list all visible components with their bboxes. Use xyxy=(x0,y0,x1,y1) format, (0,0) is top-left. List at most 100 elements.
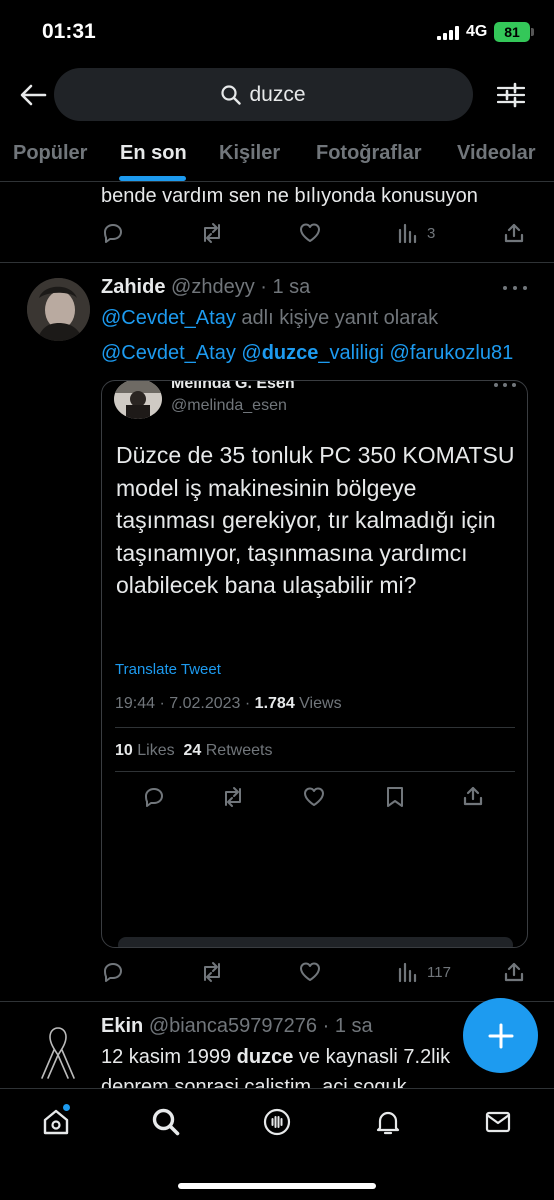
nav-messages[interactable] xyxy=(481,1105,515,1139)
battery-tip xyxy=(531,28,534,36)
tweet-text: bende vardım sen ne bılıyonda konusuyon xyxy=(101,185,478,207)
mention-link[interactable]: @farukozlu81 xyxy=(390,342,514,364)
battery-icon: 81 xyxy=(494,22,530,42)
search-icon xyxy=(152,1108,180,1136)
notification-dot xyxy=(62,1103,71,1112)
status-time: 01:31 xyxy=(42,20,96,43)
avatar-photo xyxy=(27,278,90,341)
author-handle[interactable]: @zhdeyy xyxy=(171,276,255,298)
like-button[interactable] xyxy=(298,219,322,247)
author-name[interactable]: Zahide xyxy=(101,276,165,298)
share-icon xyxy=(504,962,524,982)
tab-videos[interactable]: Videolar xyxy=(457,142,536,165)
search-highlight: duzce xyxy=(236,1046,294,1068)
tweet-divider xyxy=(0,1001,554,1002)
reply-to-user-link[interactable]: @Cevdet_Atay xyxy=(101,307,236,329)
tweet-time: · 1 sa xyxy=(260,276,311,298)
tab-latest[interactable]: En son xyxy=(120,142,187,165)
nav-search[interactable] xyxy=(149,1105,183,1139)
quoted-likes-label: Likes xyxy=(137,742,175,759)
share-button[interactable] xyxy=(503,219,525,247)
quoted-divider xyxy=(115,771,515,772)
retweet-icon xyxy=(225,787,241,807)
mention-highlight: duzce xyxy=(261,342,319,364)
more-options-button[interactable] xyxy=(503,280,527,296)
quoted-author-handle: @melinda_esen xyxy=(171,397,287,414)
compose-tweet-button[interactable] xyxy=(463,998,538,1073)
quoted-retweets-label: Retweets xyxy=(205,742,273,759)
author-name[interactable]: Ekin xyxy=(101,1015,143,1037)
mention-link[interactable]: @Cevdet_Atay xyxy=(101,342,236,364)
tweet-text-part: 12 kasim 1999 xyxy=(101,1046,232,1068)
mention-prefix: @ xyxy=(241,342,262,364)
black-ribbon-icon xyxy=(41,1027,75,1079)
quoted-author-name: Melinda G. Esen xyxy=(171,380,295,392)
tab-people[interactable]: Kişiler xyxy=(219,142,280,165)
retweet-icon xyxy=(204,223,220,243)
avatar[interactable] xyxy=(27,278,90,341)
retweet-button[interactable] xyxy=(199,958,225,986)
filter-button[interactable] xyxy=(494,78,528,112)
quoted-datetime: 19:44 · 7.02.2023 · xyxy=(115,695,251,712)
tweet-actions: 3 xyxy=(101,219,531,247)
reply-button[interactable] xyxy=(101,958,125,986)
back-arrow-icon xyxy=(20,84,47,106)
reply-icon xyxy=(104,224,122,243)
bell-icon xyxy=(376,1111,400,1135)
translate-tweet-link: Translate Tweet xyxy=(115,661,221,678)
tweet-header: Zahide @zhdeyy · 1 sa xyxy=(101,276,310,299)
mail-icon xyxy=(485,1111,511,1133)
view-count: 3 xyxy=(427,224,436,242)
nav-notifications[interactable] xyxy=(371,1105,405,1139)
reply-icon xyxy=(145,788,163,807)
mention-link[interactable]: @duzce_valiligi xyxy=(241,342,384,364)
retweet-icon xyxy=(204,962,220,982)
quoted-likes-count: 10 xyxy=(115,742,133,759)
retweet-button[interactable] xyxy=(199,219,225,247)
quoted-divider xyxy=(115,727,515,728)
quoted-actions xyxy=(142,785,483,811)
reply-icon xyxy=(104,963,122,982)
nav-spaces[interactable] xyxy=(260,1105,294,1139)
reply-button[interactable] xyxy=(101,219,125,247)
tab-photos[interactable]: Fotoğraflar xyxy=(316,142,422,165)
share-button[interactable] xyxy=(503,958,525,986)
quoted-bottom-edge xyxy=(118,937,513,947)
bookmark-icon xyxy=(387,787,403,807)
tweet-time: · 1 sa xyxy=(322,1015,373,1037)
views-button[interactable]: 3 xyxy=(397,219,435,247)
author-handle[interactable]: @bianca59797276 xyxy=(149,1015,317,1037)
mention-suffix: _valiligi xyxy=(318,342,384,364)
home-indicator xyxy=(178,1183,376,1189)
quoted-meta: 19:44 · 7.02.2023 · 1.784 Views xyxy=(115,695,342,713)
tweet-actions: 117 xyxy=(101,958,531,986)
reply-suffix: adlı kişiye yanıt olarak xyxy=(241,307,439,329)
attached-tweet-image[interactable]: Melinda G. Esen @melinda_esen Düzce de 3… xyxy=(101,380,528,948)
avatar[interactable] xyxy=(34,1022,82,1082)
views-chart-icon xyxy=(398,223,417,244)
views-chart-icon xyxy=(398,962,417,983)
quoted-stats: 10 Likes 24 Retweets xyxy=(115,742,272,760)
heart-icon xyxy=(304,787,324,806)
search-tabs: Popüler En son Kişiler Fotoğraflar Video… xyxy=(0,128,554,182)
search-input[interactable]: duzce xyxy=(54,68,473,121)
views-button[interactable]: 117 xyxy=(397,958,451,986)
tweet-divider xyxy=(0,262,554,263)
quoted-tweet-text: Düzce de 35 tonluk PC 350 KOMATSU model … xyxy=(116,442,515,598)
tweet-mentions: @Cevdet_Atay @duzce_valiligi @farukozlu8… xyxy=(101,342,513,365)
quoted-avatar xyxy=(114,381,162,419)
search-icon xyxy=(221,84,242,105)
status-bar: 01:31 4G 81 xyxy=(0,0,554,64)
like-button[interactable] xyxy=(298,958,322,986)
share-icon xyxy=(463,786,483,806)
view-count: 117 xyxy=(427,963,451,981)
tab-popular[interactable]: Popüler xyxy=(13,142,87,165)
share-icon xyxy=(504,223,524,243)
network-type: 4G xyxy=(466,23,488,40)
heart-icon xyxy=(300,962,320,981)
quoted-more-icon xyxy=(494,383,516,391)
tweet-header: Ekin @bianca59797276 · 1 sa xyxy=(101,1015,373,1038)
back-button[interactable] xyxy=(16,78,50,112)
signal-icon xyxy=(437,26,459,40)
replying-to: @Cevdet_Atay adlı kişiye yanıt olarak xyxy=(101,307,438,330)
